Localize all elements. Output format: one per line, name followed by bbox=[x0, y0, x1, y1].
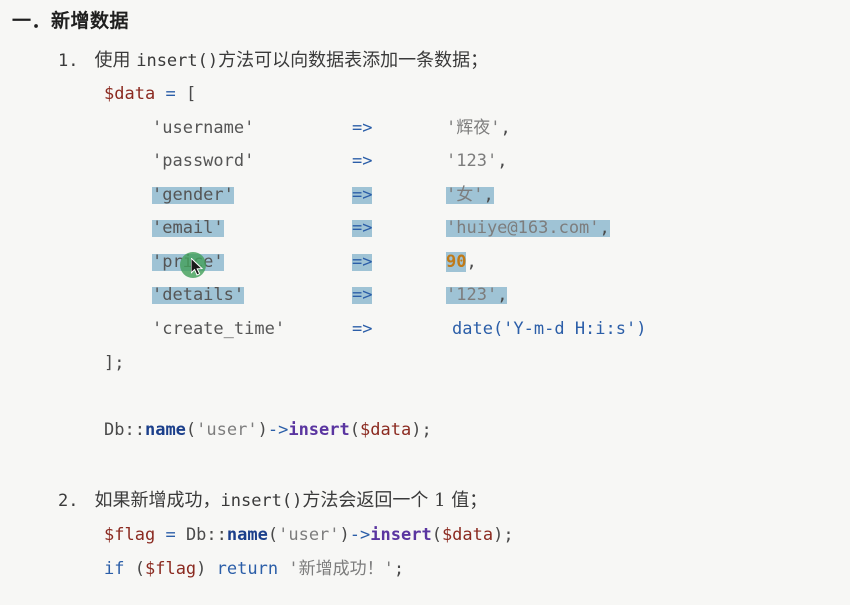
array-arrow-price[interactable]: => bbox=[352, 252, 373, 272]
code-line-data-open: $data = [ bbox=[104, 86, 196, 103]
arrow-token: => bbox=[352, 252, 373, 272]
value-token: '辉夜' bbox=[446, 118, 501, 138]
arrow-token: => bbox=[352, 285, 373, 305]
document-page: 一．新增数据 1. 使用 insert()方法可以向数据表添加一条数据； $dat… bbox=[0, 0, 850, 605]
close-bracket-token: ]; bbox=[104, 353, 125, 373]
value-token: '123' bbox=[446, 151, 498, 171]
assign-operator: = bbox=[165, 84, 176, 104]
arrow-token: => bbox=[352, 185, 373, 205]
scope-token: :: bbox=[206, 525, 227, 545]
method2-token: insert bbox=[370, 525, 432, 545]
open-paren-token: ( bbox=[185, 420, 197, 440]
object-arrow-token: -> bbox=[267, 420, 289, 440]
close-paren-token: ) bbox=[196, 559, 207, 579]
array-key-password: 'password' bbox=[152, 151, 255, 171]
variable-flag: $flag bbox=[144, 559, 197, 579]
semicolon-token: ; bbox=[393, 559, 405, 579]
value-token: 'huiye@163.com' bbox=[446, 218, 600, 238]
semicolon-token: ; bbox=[503, 525, 514, 545]
array-value-details[interactable]: '123', bbox=[446, 285, 508, 305]
code-line-array-close: ]; bbox=[104, 355, 124, 372]
scope-token: :: bbox=[124, 420, 145, 440]
variable-data: $data bbox=[104, 84, 156, 104]
comma-token: , bbox=[497, 151, 508, 171]
arrow-token: => bbox=[352, 118, 373, 138]
class-token: Db bbox=[104, 420, 125, 440]
list-item-2-text-after: 方法会返回一个 1 值； bbox=[302, 490, 488, 511]
code-line-if-return: if ($flag) return '新增成功！'; bbox=[104, 561, 404, 578]
arrow-token: => bbox=[352, 151, 373, 171]
value-token: 90 bbox=[446, 252, 467, 272]
list-item-1: 1. 使用 insert()方法可以向数据表添加一条数据； bbox=[58, 46, 488, 72]
array-arrow-username: => bbox=[352, 120, 372, 137]
array-value-email[interactable]: 'huiye@163.com', bbox=[446, 220, 610, 237]
open-paren-token: ( bbox=[267, 525, 279, 545]
array-arrow-password: => bbox=[352, 153, 372, 170]
comma-token: , bbox=[497, 285, 508, 305]
arrow-token: => bbox=[352, 218, 373, 238]
array-value-price[interactable]: 90, bbox=[446, 252, 477, 272]
arg-token: 'user' bbox=[196, 420, 258, 440]
return-string-token: '新增成功！' bbox=[288, 559, 394, 579]
list-item-1-text-before: 使用 bbox=[94, 50, 137, 71]
list-item-2-number: 2. bbox=[58, 491, 79, 511]
array-key-create-time: 'create_time' bbox=[152, 319, 286, 339]
list-item-1-code: insert() bbox=[136, 51, 219, 71]
comma-token: , bbox=[599, 218, 610, 238]
list-item-2: 2. 如果新增成功，insert()方法会返回一个 1 值； bbox=[58, 486, 487, 512]
class-token: Db bbox=[185, 525, 207, 545]
open-bracket: [ bbox=[185, 84, 197, 104]
array-key-details[interactable]: 'details' bbox=[152, 287, 245, 304]
list-item-2-text-before: 如果新增成功， bbox=[94, 490, 221, 511]
value-token: '123' bbox=[446, 285, 498, 305]
arg2-token: $data bbox=[441, 525, 494, 545]
keyword-return: return bbox=[216, 559, 279, 579]
array-value-password: '123', bbox=[446, 153, 507, 170]
comma-token: , bbox=[500, 118, 511, 138]
variable-flag: $flag bbox=[104, 525, 156, 545]
close-paren2-token: ) bbox=[411, 420, 422, 440]
method2-token: insert bbox=[288, 420, 350, 440]
array-key-username: 'username' bbox=[152, 118, 255, 138]
code-line-flag-assign: $flag = Db::name('user')->insert($data); bbox=[104, 527, 514, 544]
arg2-token: $data bbox=[360, 420, 412, 440]
open-paren-token: ( bbox=[134, 559, 145, 579]
array-value-username: '辉夜', bbox=[446, 120, 511, 137]
array-key-price[interactable]: 'price' bbox=[152, 254, 224, 271]
array-key-email[interactable]: 'email' bbox=[152, 220, 224, 237]
array-value-gender[interactable]: '女', bbox=[446, 187, 494, 204]
value-token: '女' bbox=[446, 185, 484, 205]
array-arrow-gender[interactable]: => bbox=[352, 185, 373, 205]
page-title: 一．新增数据 bbox=[12, 10, 130, 32]
array-arrow-create-time: => bbox=[352, 321, 372, 338]
array-value-create-time: date('Y-m-d H:i:s') bbox=[452, 321, 646, 338]
assign-operator: = bbox=[165, 525, 176, 545]
code-line-insert-statement: Db::name('user')->insert($data); bbox=[104, 422, 432, 439]
array-arrow-details[interactable]: => bbox=[352, 285, 373, 305]
method-token: name bbox=[226, 525, 268, 545]
list-item-1-text-after: 方法可以向数据表添加一条数据； bbox=[218, 50, 489, 71]
semicolon-token: ; bbox=[421, 420, 432, 440]
object-arrow-token: -> bbox=[349, 525, 371, 545]
keyword-if: if bbox=[104, 559, 125, 579]
close-paren2-token: ) bbox=[493, 525, 504, 545]
comma-token: , bbox=[483, 185, 494, 205]
method-token: name bbox=[144, 420, 186, 440]
array-key-gender[interactable]: 'gender' bbox=[152, 187, 234, 204]
open-paren2-token: ( bbox=[349, 420, 360, 440]
open-paren2-token: ( bbox=[431, 525, 442, 545]
comma-token: , bbox=[466, 252, 477, 272]
value-token: date('Y-m-d H:i:s') bbox=[452, 319, 647, 339]
array-arrow-email[interactable]: => bbox=[352, 218, 373, 238]
arg-token: 'user' bbox=[278, 525, 340, 545]
list-item-1-number: 1. bbox=[58, 51, 79, 71]
arrow-token: => bbox=[352, 319, 373, 339]
close-paren-token: ) bbox=[339, 525, 350, 545]
list-item-2-code: insert() bbox=[220, 491, 303, 511]
close-paren-token: ) bbox=[257, 420, 268, 440]
